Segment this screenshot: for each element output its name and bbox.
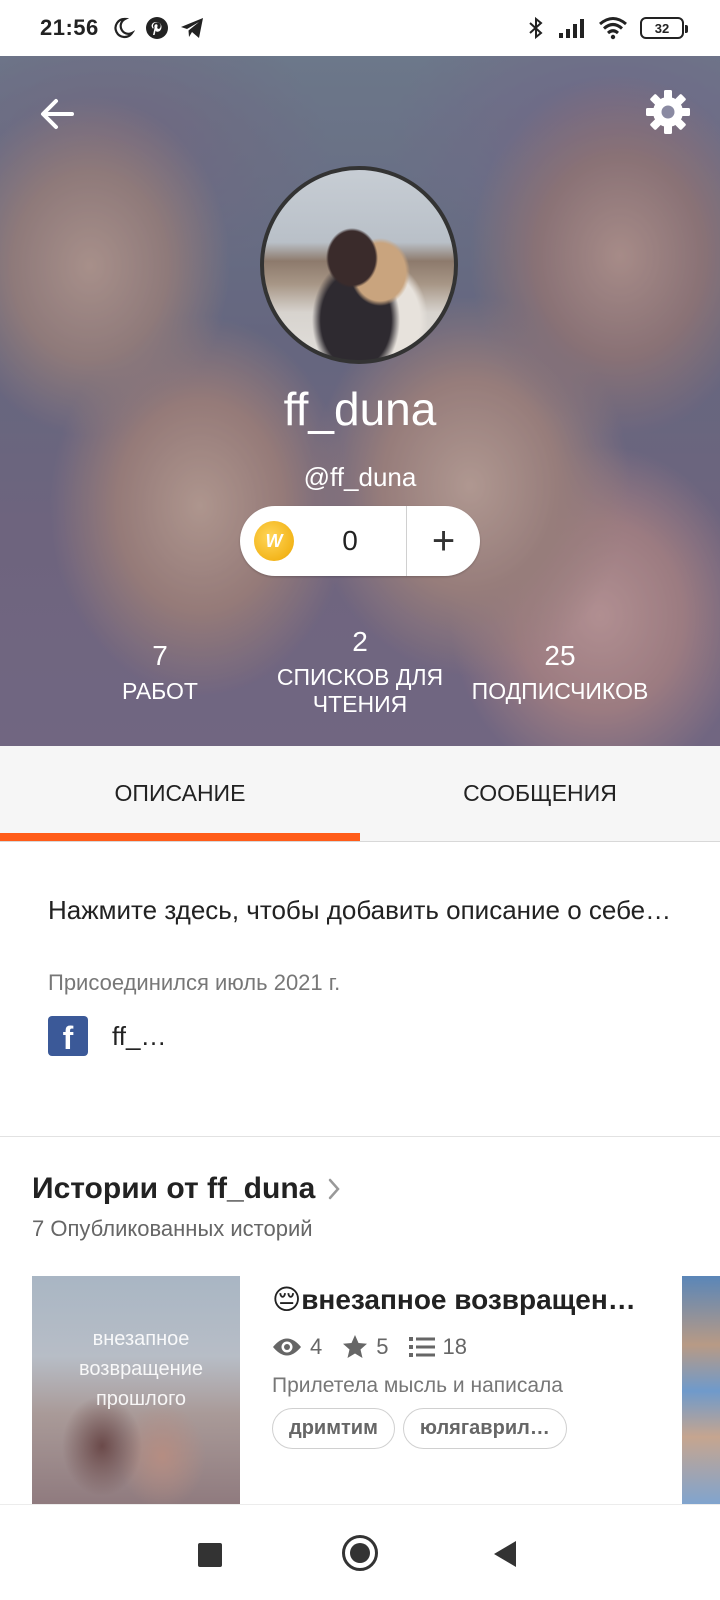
facebook-link[interactable]: f ff_… — [48, 1016, 166, 1056]
facebook-letter: f — [62, 1020, 74, 1056]
stat-followers-count: 25 — [544, 640, 576, 671]
gear-icon — [646, 90, 690, 134]
stories-count: 7 Опубликованных историй — [32, 1216, 313, 1241]
story-reads: 4 — [272, 1334, 322, 1360]
coins-widget[interactable]: W 0 + — [240, 506, 480, 576]
profile-handle: @ff_duna — [303, 462, 417, 492]
story-tag[interactable]: юлягаврил… — [402, 1408, 567, 1449]
story-card[interactable]: 😔внезапное возвращение прошлог… 4 5 18 П… — [272, 1282, 652, 1449]
tab-messages[interactable]: СООБЩЕНИЯ — [360, 746, 720, 841]
story-cover-text: внезапное возвращение прошлого — [78, 1328, 204, 1410]
story-parts-count: 18 — [442, 1334, 467, 1359]
joined-date: Присоединился июль 2021 г. — [48, 970, 341, 995]
battery-level: 32 — [654, 20, 670, 36]
home-button[interactable] — [342, 1535, 378, 1571]
story-votes: 5 — [342, 1334, 389, 1360]
stat-works-count: 7 — [152, 640, 168, 671]
eye-icon — [273, 1338, 301, 1356]
story-description: Прилетела мысль и написала — [272, 1374, 563, 1397]
status-left-icons — [111, 16, 205, 40]
coin-letter: W — [265, 530, 283, 551]
story-reads-count: 4 — [310, 1334, 323, 1359]
system-nav-bar — [0, 1504, 720, 1600]
profile-display-name: ff_duna — [283, 383, 437, 435]
story-votes-count: 5 — [376, 1334, 389, 1359]
settings-button[interactable] — [644, 88, 692, 136]
stories-section-title[interactable]: Истории от ff_duna — [32, 1172, 341, 1206]
stat-followers-label: ПОДПИСЧИКОВ — [471, 678, 649, 704]
coin-icon: W — [254, 521, 294, 561]
stat-works-label: РАБОТ — [122, 678, 198, 704]
system-back-button[interactable] — [494, 1541, 516, 1567]
profile-header: ff_duna @ff_duna W 0 + 7 РАБОТ 2 СПИСКОВ… — [0, 56, 720, 746]
stat-works[interactable]: 7 РАБОТ — [100, 640, 220, 705]
arrow-left-icon — [41, 99, 74, 129]
story-tag[interactable]: дримтим — [272, 1408, 395, 1449]
list-icon — [408, 1337, 435, 1357]
profile-tabs: ОПИСАНИЕ СООБЩЕНИЯ — [0, 746, 720, 842]
status-time: 21:56 — [40, 15, 99, 40]
signal-icon — [559, 19, 584, 38]
wifi-icon — [599, 17, 627, 40]
section-divider — [0, 1136, 720, 1137]
avatar[interactable] — [260, 166, 458, 364]
facebook-name: ff_… — [112, 1020, 167, 1051]
story-cover[interactable]: внезапное возвращение прошлого — [32, 1276, 240, 1506]
story-stats: 4 5 18 — [272, 1334, 652, 1360]
chevron-right-icon — [329, 1178, 341, 1200]
back-button[interactable] — [36, 92, 80, 136]
story-title: 😔внезапное возвращение прошлог… — [272, 1284, 652, 1315]
battery-icon: 32 — [640, 17, 688, 39]
tab-about[interactable]: ОПИСАНИЕ — [0, 746, 360, 841]
facebook-icon: f — [48, 1016, 88, 1056]
telegram-icon — [180, 18, 203, 38]
star-icon — [343, 1335, 368, 1358]
profile-screen: 21:56 32 ff_duna @ff_duna W 0 + 7 РАБОТ … — [0, 0, 720, 1600]
stat-lists-label: СПИСКОВ ДЛЯ ЧТЕНИЯ — [276, 664, 444, 717]
stat-followers[interactable]: 25 ПОДПИСЧИКОВ — [460, 640, 660, 705]
status-bar: 21:56 32 — [0, 0, 720, 56]
bluetooth-icon — [529, 16, 543, 40]
status-right-icons: 32 — [526, 16, 688, 40]
add-description-prompt[interactable]: Нажмите здесь, чтобы добавить описание о… — [48, 890, 678, 930]
stat-reading-lists[interactable]: 2 СПИСКОВ ДЛЯ ЧТЕНИЯ — [260, 626, 460, 718]
story-tags: дримтим юлягаврил… — [272, 1408, 652, 1449]
stories-title-text: Истории от ff_duna — [32, 1172, 316, 1205]
add-coins-button[interactable]: + — [407, 519, 480, 564]
recent-apps-button[interactable] — [198, 1543, 222, 1567]
pinterest-icon — [145, 17, 168, 39]
stat-lists-count: 2 — [352, 626, 368, 657]
moon-icon — [114, 17, 135, 39]
next-story-cover[interactable] — [682, 1276, 720, 1506]
coin-balance: 0 — [342, 525, 358, 556]
story-parts: 18 — [408, 1334, 467, 1360]
profile-stats: 7 РАБОТ 2 СПИСКОВ ДЛЯ ЧТЕНИЯ 25 ПОДПИСЧИ… — [0, 616, 720, 726]
